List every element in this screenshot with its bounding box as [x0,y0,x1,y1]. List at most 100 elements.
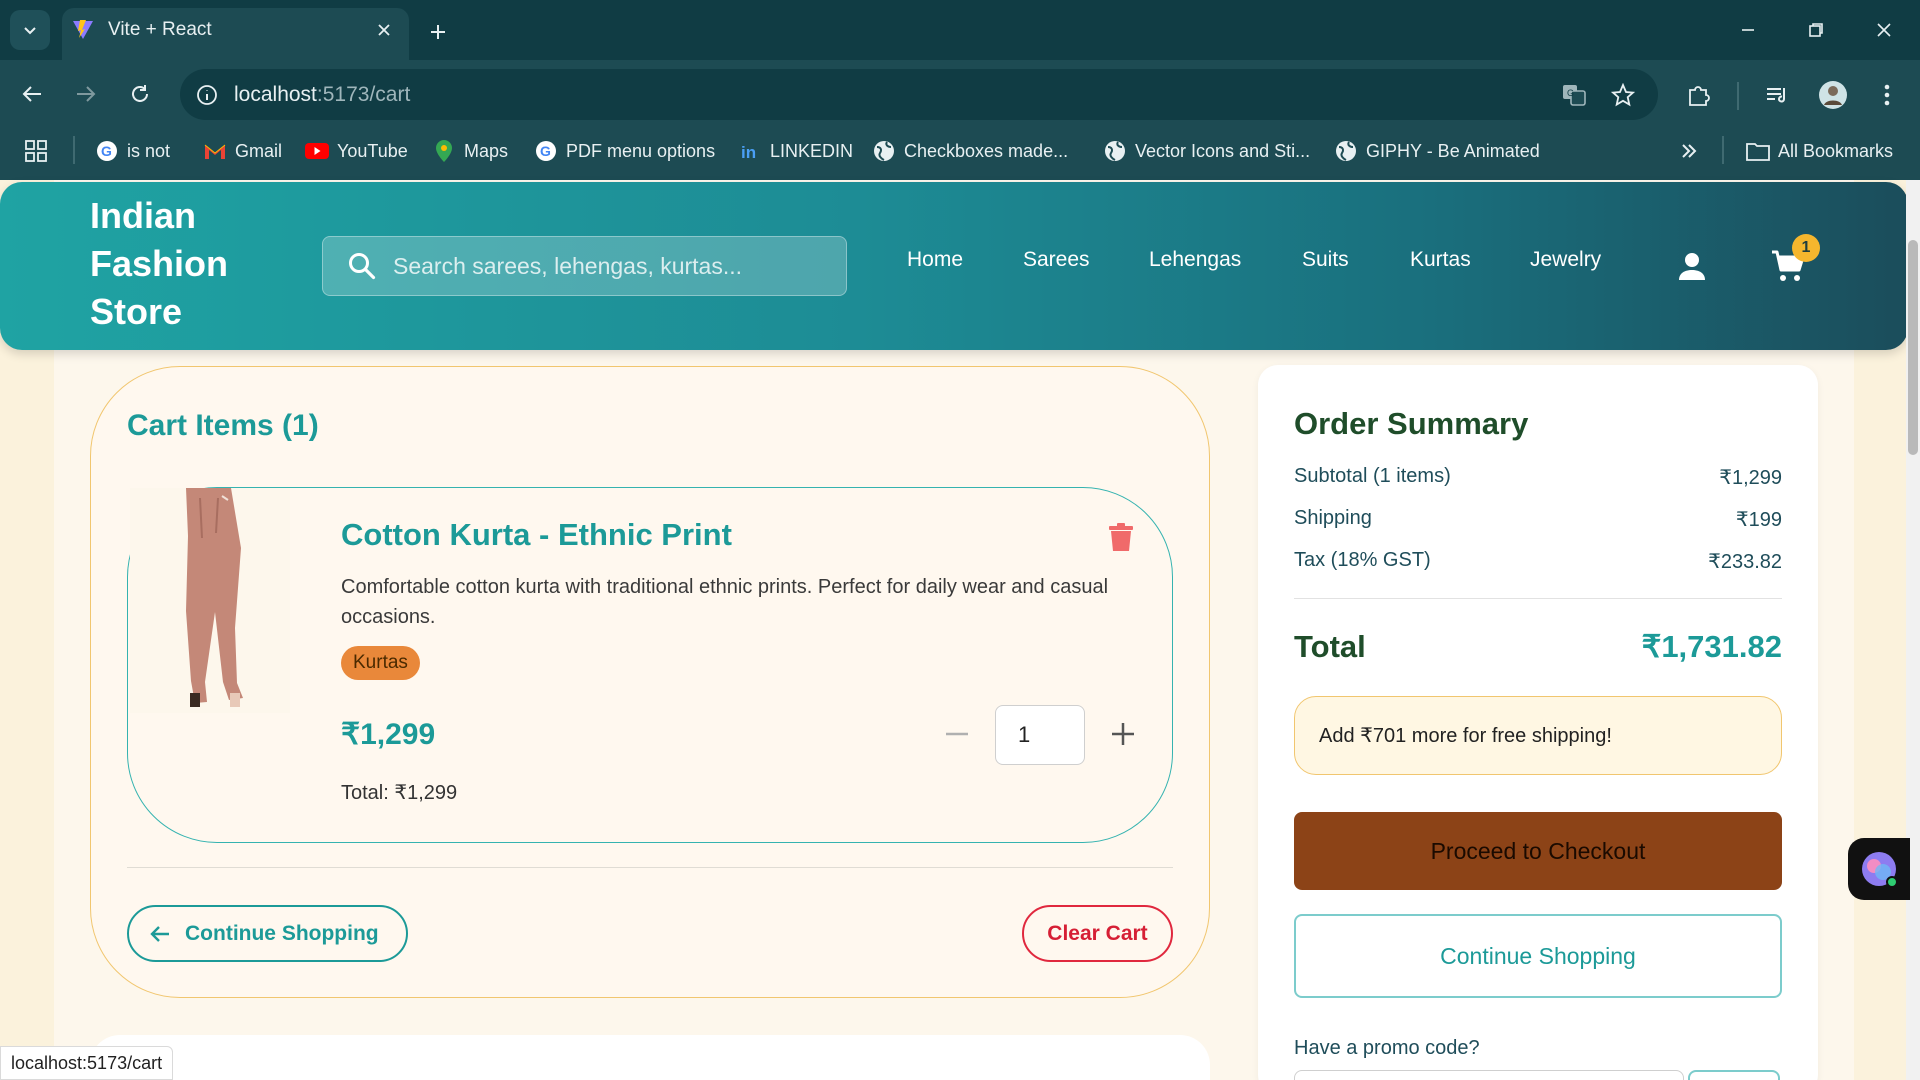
double-chevron-right-icon [1682,144,1697,158]
promo-code-input[interactable] [1294,1070,1684,1080]
bookmark-is-not[interactable]: G is not [95,136,170,166]
bookmarks-overflow-button[interactable] [1678,140,1700,162]
profile-button[interactable] [1816,78,1850,112]
svg-text:G: G [101,143,112,159]
trash-icon[interactable] [1108,522,1134,552]
nav-lehengas[interactable]: Lehengas [1149,248,1241,272]
summary-label: Tax (18% GST) [1294,549,1431,571]
cart-count-badge: 1 [1792,234,1820,262]
quantity-input[interactable] [995,705,1085,765]
product-image [130,488,290,713]
bookmark-label: PDF menu options [566,140,716,161]
apps-grid-icon [25,140,47,162]
bookmark-label: YouTube [337,140,408,161]
bookmark-giphy[interactable]: GIPHY - Be Animated [1334,136,1540,166]
bookmark-gmail[interactable]: Gmail [203,136,282,166]
next-section-card [90,1035,1210,1080]
search-icon [349,253,376,280]
plus-icon[interactable] [1109,720,1137,748]
summary-label: Shipping [1294,507,1372,529]
avatar-icon [1819,81,1847,109]
url-host: localhost [234,83,317,106]
total-label: Total [1294,629,1366,664]
toolbar-divider [1737,82,1739,110]
bookmark-pdf-menu[interactable]: G PDF menu options [534,136,715,166]
close-icon [1877,23,1891,37]
summary-row-shipping: Shipping ₹199 [1294,507,1782,532]
star-icon [1611,83,1635,107]
new-tab-button[interactable] [424,18,452,46]
bookmark-linkedin[interactable]: in LINKEDIN [738,136,853,166]
globe-icon [872,139,896,163]
plus-icon [431,25,445,39]
nav-jewelry[interactable]: Jewelry [1530,248,1601,272]
bookmark-youtube[interactable]: YouTube [305,136,408,166]
google-icon: G [534,139,558,163]
tab-search-button[interactable] [10,10,50,50]
apply-promo-button[interactable] [1688,1070,1780,1080]
product-price: ₹1,299 [341,718,436,751]
reload-button[interactable] [122,76,158,112]
minimize-button[interactable] [1726,14,1770,46]
assistant-widget[interactable] [1848,838,1910,900]
bookmark-maps[interactable]: Maps [432,136,508,166]
cart-items-title: Cart Items (1) [127,409,319,442]
summary-value: ₹199 [1735,509,1782,531]
store-logo[interactable]: Indian Fashion Store [90,192,270,336]
bookmark-label: LINKEDIN [770,140,854,161]
google-icon: G [95,139,119,163]
chevron-down-icon [24,27,36,35]
item-total: Total: ₹1,299 [341,782,458,804]
gmail-icon [203,139,227,163]
category-badge: Kurtas [341,646,420,680]
continue-shopping-button[interactable]: Continue Shopping [1294,914,1782,998]
translate-icon: G [1563,85,1586,106]
clear-cart-button[interactable]: Clear Cart [1022,905,1173,962]
bookmark-label: GIPHY - Be Animated [1366,140,1540,161]
search-input[interactable] [393,252,833,280]
summary-value: ₹1,299 [1719,467,1782,489]
arrow-left-icon [150,925,169,942]
site-info-button[interactable] [192,80,222,110]
bookmark-vector-icons[interactable]: Vector Icons and Sti... [1103,136,1310,166]
divider [1294,598,1782,599]
close-window-button[interactable] [1862,14,1906,46]
restore-button[interactable] [1794,14,1838,46]
proceed-to-checkout-button[interactable]: Proceed to Checkout [1294,812,1782,890]
minimize-icon [1742,29,1754,31]
svg-text:in: in [741,143,756,161]
bookmark-star-button[interactable] [1606,78,1640,112]
scrollbar-thumb[interactable] [1908,240,1918,455]
minus-icon[interactable] [944,721,970,747]
tab-close-icon[interactable] [373,19,395,41]
nav-suits[interactable]: Suits [1302,248,1349,272]
linkedin-icon: in [738,139,762,163]
summary-row-subtotal: Subtotal (1 items) ₹1,299 [1294,465,1782,490]
playlist-icon [1767,88,1786,103]
bookmark-label: is not [127,140,171,161]
browser-menu-button[interactable] [1870,78,1904,112]
bookmarks-divider [73,136,75,164]
youtube-icon [305,139,329,163]
nav-kurtas[interactable]: Kurtas [1410,248,1471,272]
continue-shopping-button[interactable]: Continue Shopping [127,905,408,962]
reload-icon [132,85,148,102]
back-button[interactable] [14,76,50,112]
extensions-button[interactable] [1682,78,1716,112]
svg-text:G: G [540,143,551,159]
nav-home[interactable]: Home [907,248,963,272]
bookmarks-divider [1722,136,1724,164]
forward-button[interactable] [68,76,104,112]
apps-button[interactable] [24,139,48,163]
url-path: :5173/cart [316,83,411,106]
all-bookmarks-button[interactable]: All Bookmarks [1746,136,1893,166]
all-bookmarks-label: All Bookmarks [1778,140,1894,161]
bookmark-checkboxes[interactable]: Checkboxes made... [872,136,1068,166]
user-icon[interactable] [1676,250,1708,282]
summary-value: ₹233.82 [1708,551,1782,573]
translate-button[interactable]: G [1557,78,1591,112]
url-text[interactable]: localhost:5173/cart [234,83,410,107]
media-control-button[interactable] [1760,78,1794,112]
nav-sarees[interactable]: Sarees [1023,248,1090,272]
arrow-right-icon [77,86,96,102]
